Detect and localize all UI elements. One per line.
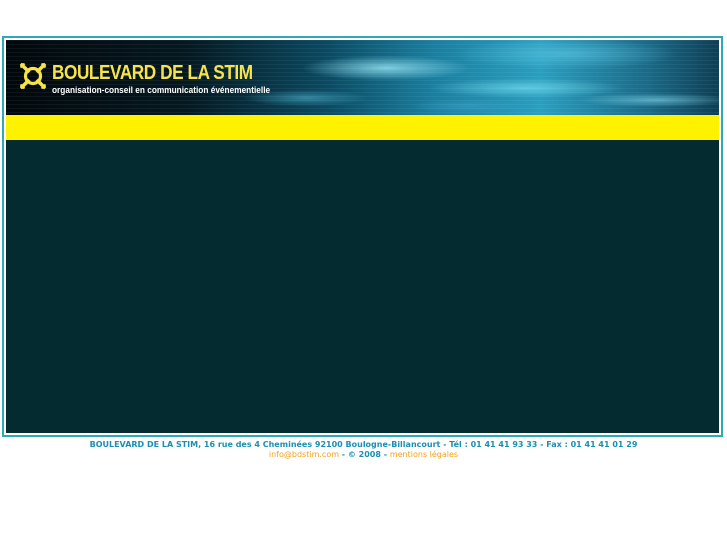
legal-notice-link[interactable]: mentions légales [390, 450, 458, 459]
header-banner: BOULEVARD DE LA STIM organisation-consei… [6, 40, 719, 115]
x-cross-logo-icon [20, 63, 46, 89]
footer-address: BOULEVARD DE LA STIM, 16 rue des 4 Chemi… [89, 440, 638, 449]
copyright-text: © 2008 [347, 450, 381, 459]
brand-name: BOULEVARD DE LA STIM [52, 62, 253, 84]
footer-separator: - [339, 450, 348, 459]
footer-links: info@bdstim.com - © 2008 - mentions léga… [0, 450, 727, 460]
yellow-nav-bar [6, 115, 719, 140]
page-footer: BOULEVARD DE LA STIM, 16 rue des 4 Chemi… [0, 440, 727, 460]
email-link[interactable]: info@bdstim.com [269, 450, 339, 459]
logo-text: BOULEVARD DE LA STIM organisation-consei… [52, 62, 289, 96]
brand-tagline: organisation-conseil en communication év… [52, 85, 271, 95]
footer-separator: - [380, 450, 390, 459]
content-panel: BOULEVARD DE LA STIM organisation-consei… [6, 40, 719, 433]
main-frame: BOULEVARD DE LA STIM organisation-consei… [2, 36, 723, 437]
site-logo[interactable]: BOULEVARD DE LA STIM organisation-consei… [20, 62, 289, 96]
